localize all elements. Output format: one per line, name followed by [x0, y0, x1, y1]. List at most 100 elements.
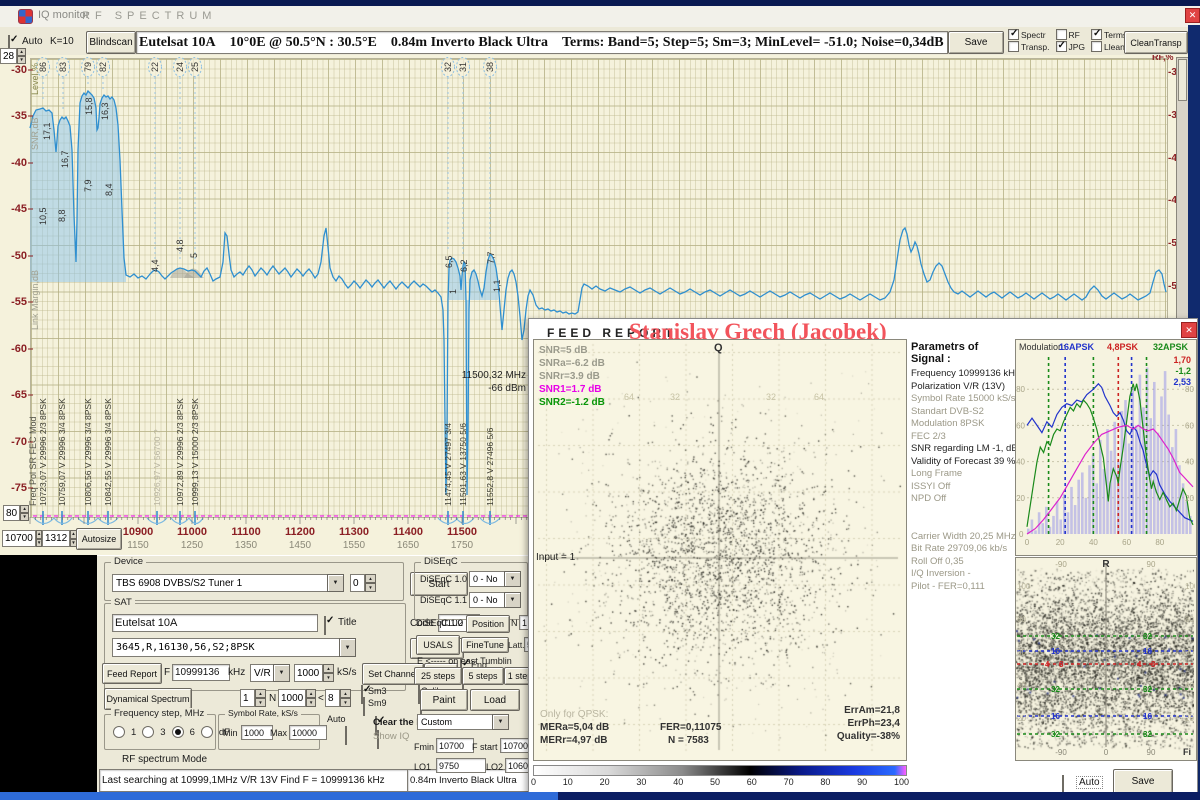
gradient-tick-label: 30: [636, 777, 646, 787]
fi-line-label: 16: [1051, 647, 1060, 656]
symbol-rate-legend: Symbol Rate, kS/s: [225, 708, 301, 718]
title-checkbox[interactable]: [324, 616, 326, 635]
snr-line: SNR=5 dB: [539, 344, 605, 357]
mod-histogram-bar: [1077, 480, 1080, 534]
level-stepper[interactable]: 80▲▼: [3, 505, 29, 521]
signal-param-line: ISSYI Off: [911, 481, 1013, 494]
svg-text:40: 40: [1185, 681, 1194, 690]
freq-step-option-label: 3: [160, 727, 165, 738]
mod-histogram-bar: [1056, 501, 1059, 534]
satellite-name-field[interactable]: [112, 614, 318, 632]
freq-step-radio-1[interactable]: [113, 726, 125, 738]
svg-text:80: 80: [1016, 385, 1025, 394]
svg-text:60: 60: [1185, 648, 1194, 657]
dyn-count-stepper[interactable]: 1▲▼: [240, 689, 266, 707]
mod-histogram-bar: [1171, 447, 1174, 534]
constellation-scale-label: 32: [670, 392, 680, 402]
freq-step-radio-dF[interactable]: [201, 726, 213, 738]
show-iq-label: Show IQ: [373, 731, 409, 742]
tuner-index-stepper[interactable]: 0▲▼: [350, 574, 376, 592]
steps-5-button[interactable]: 5 steps: [462, 667, 504, 685]
sm3-label: Sm3: [368, 686, 387, 696]
lo2-label: LO2: [486, 762, 503, 772]
info-dish: 0.84m Inverto Black Ultra: [391, 35, 548, 51]
cleantransp-button[interactable]: CleanTransp: [1124, 31, 1188, 54]
signal-param-line: Modulation 8PSK: [911, 418, 1013, 431]
dynamical-spectrum-button[interactable]: Dynamical Spectrum: [104, 688, 192, 710]
signal-param-line: Standart DVB-S2: [911, 406, 1013, 419]
steps-25-button[interactable]: 25 steps: [414, 667, 462, 685]
freq-step-radio-6[interactable]: [172, 726, 184, 738]
load-button[interactable]: Load: [470, 689, 520, 711]
app-icon: [18, 9, 33, 24]
freq-step-radio-3[interactable]: [142, 726, 154, 738]
sr-auto-checkbox[interactable]: [345, 726, 347, 745]
position-button[interactable]: Position: [466, 615, 510, 633]
tuning-info-field: Eutelsat 10A 10°0E @ 50.5°N : 30.5°E 0.8…: [136, 31, 948, 54]
fi-line-label: 32: [1051, 632, 1060, 641]
smoothing-stepper[interactable]: 28▲▼: [0, 48, 26, 64]
input-label: Input = 1: [536, 552, 575, 563]
svg-text:0: 0: [1025, 538, 1030, 547]
gradient-tick-label: 10: [563, 777, 573, 787]
dyn-8-stepper[interactable]: 8▲▼: [325, 689, 351, 707]
paint-button[interactable]: Paint: [420, 689, 468, 711]
toolbar-check-spectr[interactable]: [1008, 29, 1019, 40]
custom-select[interactable]: Custom▼: [417, 714, 509, 730]
feed-close-icon[interactable]: ✕: [1181, 322, 1197, 338]
svg-text:90: 90: [1147, 748, 1156, 757]
snr-line: SNR2=-1.2 dB: [539, 396, 605, 409]
fstart-label: F start: [472, 742, 498, 752]
diseqc10-select[interactable]: 0 - No▼: [469, 571, 521, 587]
constellation-scale-label: 64: [814, 392, 824, 402]
app-window: IQ monitor RF SPECTRUM ✕ Auto K=10 Blind…: [0, 0, 1200, 800]
feed-save-button[interactable]: Save: [1113, 769, 1173, 794]
min-sr-field[interactable]: [241, 725, 273, 740]
toolbar-check-label: Spectr: [1021, 30, 1046, 40]
fmin-field[interactable]: [436, 738, 474, 753]
toolbar-check-transp[interactable]: [1008, 41, 1019, 52]
signal-param-line: I/Q Inversion -: [911, 568, 1013, 581]
close-icon[interactable]: ✕: [1185, 8, 1200, 23]
svg-text:20: 20: [1185, 494, 1194, 503]
blindscan-button[interactable]: Blindscan: [86, 31, 136, 54]
toolbar-check-rf[interactable]: [1056, 29, 1067, 40]
polarization-select[interactable]: V/R▼: [250, 664, 290, 682]
svg-text:20: 20: [1016, 494, 1025, 503]
signal-param-line: Carrier Width 20,25 MHz: [911, 531, 1013, 544]
save-button[interactable]: Save: [948, 31, 1004, 54]
gradient-tick-label: 50: [710, 777, 720, 787]
dyn-n-stepper[interactable]: 1000▲▼: [278, 689, 316, 707]
feed-report-button[interactable]: Feed Report: [102, 663, 162, 684]
fi-line-label: 32: [1143, 632, 1152, 641]
mod-legend-item: 4,8PSK: [1107, 342, 1139, 352]
toolbar-check-jpg[interactable]: [1056, 41, 1067, 52]
finetune-button[interactable]: FineTune: [461, 637, 509, 653]
mod-histogram-bar: [1153, 382, 1156, 534]
sm9-checkbox[interactable]: [363, 697, 365, 716]
toolbar-check-terms[interactable]: [1091, 29, 1102, 40]
signal-param-line: Pilot - FER=0,111: [911, 581, 1013, 594]
svg-text:0: 0: [1019, 530, 1024, 539]
tuner-select[interactable]: TBS 6908 DVBS/S2 Tuner 1▼: [112, 574, 344, 592]
toolbar-check-llean[interactable]: [1091, 41, 1102, 52]
lo1-field[interactable]: [436, 758, 486, 773]
diseqc11-select[interactable]: 0 - No▼: [469, 592, 521, 608]
toolbar-check-label: RF: [1069, 30, 1080, 40]
diseqc10-label: DiSEqC 1.0: [420, 574, 467, 584]
usals-button[interactable]: USALS: [416, 635, 460, 655]
symbolrate-stepper[interactable]: 1000▲▼: [294, 664, 334, 682]
f-label: F: [164, 667, 170, 678]
gradient-tick-label: 100: [894, 777, 909, 787]
transponder-select[interactable]: 3645,R,16130,56,S2;8PSK▼: [112, 638, 356, 657]
autosize-button[interactable]: Autosize: [76, 528, 122, 550]
errph-value: ErrPh=23,4: [800, 717, 900, 730]
max-sr-field[interactable]: [289, 725, 327, 740]
signal-param-line: SNR regarding LM -1, dB: [911, 443, 1013, 456]
start-freq-stepper[interactable]: 10700▲▼: [2, 530, 40, 547]
span-stepper[interactable]: 1312▲▼: [42, 530, 74, 547]
max-label: Max: [270, 728, 287, 738]
frequency-field[interactable]: [172, 664, 230, 681]
diseqc12-label: DiSEqC 1.2: [416, 618, 463, 628]
svg-text:-90: -90: [1055, 560, 1067, 569]
